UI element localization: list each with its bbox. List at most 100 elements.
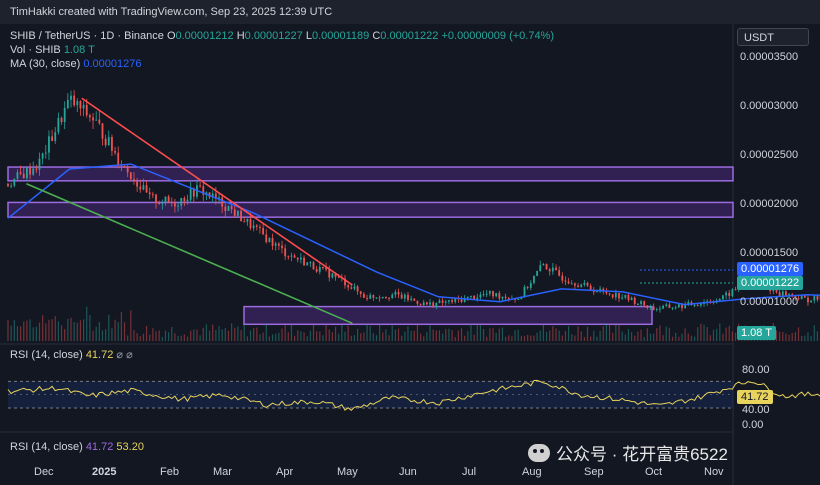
volume-bar	[432, 329, 434, 341]
volume-bar	[807, 332, 809, 341]
volume-bar	[212, 324, 214, 341]
volume-bar	[190, 330, 192, 341]
resistance-zone-3	[243, 305, 653, 326]
volume-bar	[419, 333, 422, 341]
candle-body	[350, 287, 353, 289]
volume-bar	[486, 336, 488, 341]
candle-body	[13, 178, 16, 186]
candle-body	[271, 237, 274, 246]
volume-bar	[779, 331, 781, 341]
time-tick-2025: 2025	[92, 466, 117, 478]
volume-bar	[813, 325, 815, 341]
candle-body	[718, 299, 721, 301]
candle-body	[665, 304, 668, 306]
time-tick-nov: Nov	[704, 466, 724, 478]
candle-body	[252, 225, 255, 229]
volume-bar	[372, 333, 374, 341]
volume-bar	[416, 324, 419, 341]
volume-bar	[624, 334, 626, 341]
candle-body	[129, 172, 132, 180]
candle-body	[580, 284, 583, 287]
time-tick-oct: Oct	[645, 466, 663, 478]
rsi-value-tag: 41.72	[737, 390, 773, 404]
volume-bar	[492, 328, 494, 341]
candle-body	[425, 302, 428, 305]
volume-bar	[549, 330, 551, 341]
candle-body	[586, 282, 589, 286]
volume-bar	[127, 335, 129, 341]
rsi-settings-icons[interactable]: ⌀ ⌀	[116, 349, 132, 361]
volume-bar	[133, 330, 135, 341]
volume-bar	[101, 330, 104, 341]
candle-body	[397, 291, 400, 295]
watermark: 公众号 · 花开富贵6522	[528, 440, 728, 465]
candle-body	[265, 234, 268, 243]
chart-canvas[interactable]	[0, 24, 820, 485]
volume-bar	[454, 336, 456, 341]
candle-body	[151, 194, 154, 196]
price-tick-4: 0.00002000	[740, 198, 799, 210]
volume-bar	[385, 329, 387, 341]
candle-body	[79, 101, 82, 109]
volume-bar	[224, 328, 226, 341]
price-tick-1: 0.00003500	[740, 51, 799, 63]
volume-bar	[801, 336, 803, 341]
volume-bar	[139, 336, 141, 341]
volume-bar	[734, 332, 737, 341]
volume-bar	[155, 331, 157, 341]
candle-body	[533, 275, 535, 283]
volume-bar	[527, 334, 529, 341]
volume-bar	[816, 331, 819, 341]
volume-bar	[649, 333, 652, 341]
rsi-label[interactable]: RSI (14, close)	[10, 349, 83, 361]
candle-body	[32, 168, 35, 175]
candle-body	[98, 119, 101, 124]
candle-body	[438, 300, 441, 303]
candle-body	[614, 293, 617, 298]
volume-bar	[451, 330, 453, 341]
volume-bar	[284, 325, 286, 341]
candle-body	[422, 302, 425, 306]
volume-bar	[675, 332, 677, 341]
volume-bar	[259, 334, 261, 341]
volume-bar	[517, 329, 519, 341]
volume-bar	[95, 326, 97, 341]
candle-body	[677, 304, 680, 308]
volume-bar	[523, 335, 526, 341]
candle-body	[567, 281, 570, 284]
volume-bar	[498, 328, 500, 341]
rsi-legend: RSI (14, close) 41.72 ⌀ ⌀	[10, 348, 133, 361]
volume-bar	[196, 329, 198, 341]
volume-bar	[341, 324, 343, 341]
rsi-bottom-legend: RSI (14, close) 41.72 53.20	[10, 441, 144, 453]
candle-body	[419, 303, 422, 306]
candle-body	[145, 185, 148, 193]
volume-bar	[149, 334, 151, 341]
volume-bar	[555, 328, 557, 341]
volume-bar	[353, 335, 356, 341]
candle-body	[139, 186, 142, 190]
volume-bar	[448, 328, 450, 341]
volume-bar	[275, 333, 277, 341]
volume-bar	[120, 312, 122, 341]
volume-bar	[10, 325, 12, 341]
candle-body	[526, 287, 529, 289]
volume-bar	[558, 330, 560, 341]
candle-body	[148, 192, 151, 195]
candle-body	[362, 293, 365, 298]
volume-bar	[423, 336, 425, 341]
candle-body	[403, 294, 406, 299]
candle-body	[161, 202, 164, 204]
volume-bar	[57, 321, 59, 341]
candle-body	[126, 166, 129, 173]
candle-body	[662, 305, 664, 309]
volume-bar	[599, 330, 601, 341]
volume-bar	[630, 332, 633, 341]
candle-body	[281, 245, 283, 249]
volume-bar	[697, 327, 699, 341]
volume-bar	[158, 330, 160, 341]
candle-body	[633, 297, 636, 305]
volume-bar	[476, 325, 478, 341]
volume-bar	[470, 323, 472, 341]
volume-bar	[410, 330, 412, 341]
